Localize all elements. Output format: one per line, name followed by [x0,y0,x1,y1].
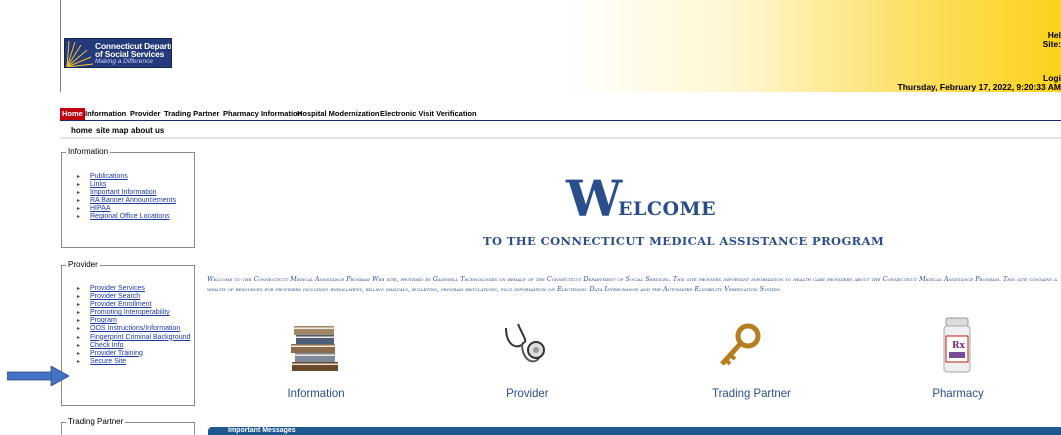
sidebar-link-provider-search[interactable]: Provider Search [72,293,190,301]
sidebar-link-check-info-text: Check Info [90,341,124,349]
welcome-intro-text: Welcome to the Connecticut Medical Assis… [207,275,1058,293]
important-messages-title: Important Messages [228,427,296,434]
sidebar-link-provider-services[interactable]: Provider Services [72,285,190,293]
logo-tagline: Making a Difference [95,58,153,65]
sidebar-link-fingerprint-criminal-background[interactable]: Fingerprint Criminal Background [72,334,190,342]
sidebar-link-secure-site[interactable]: Secure Site [72,358,190,366]
sidebar-trading-partner-box: Trading Partner [61,417,195,435]
nav-trading-partner[interactable]: Trading Partner [162,108,221,120]
books-icon[interactable] [286,322,344,372]
sidebar-link-check-info[interactable]: Check Info [72,342,190,350]
sidebar-provider-box: Provider Provider Services Provider Sear… [61,260,195,406]
nav-information[interactable]: Information [83,108,128,120]
nav-electronic-visit-verification[interactable]: Electronic Visit Verification [378,108,479,120]
sidebar-link-ra-banner-announcements[interactable]: RA Banner Announcements [72,197,176,205]
sidebar-link-oos-instructions[interactable]: OOS Instructions/Information [72,325,190,333]
sidebar-link-program-text: Program [90,317,117,325]
key-icon[interactable] [714,322,764,372]
subnav-site-map[interactable]: site map [96,126,128,135]
important-messages-bar[interactable]: Important Messages [208,427,1061,435]
sidebar-link-publications[interactable]: Publications [72,173,176,181]
sidebar-link-provider-enrollment[interactable]: Provider Enrollment [72,301,190,309]
sidebar-provider-list: Provider Services Provider Search Provid… [72,285,190,366]
header-divider [60,0,61,92]
tile-information-label[interactable]: Information [288,386,345,400]
stethoscope-icon[interactable] [500,320,556,372]
sidebar-link-important-information[interactable]: Important Information [72,189,176,197]
welcome-initial: W [566,169,623,228]
dss-logo[interactable]: Connecticut Department of Social Service… [64,38,172,68]
nav-home[interactable]: Home [60,108,85,120]
pill-bottle-icon[interactable]: Rx [940,316,974,376]
sidebar-information-legend: Information [66,147,111,156]
tile-provider-label[interactable]: Provider [506,386,548,400]
tile-trading-partner-label[interactable]: Trading Partner [712,386,791,400]
sidebar-information-box: Information Publications Links Important… [61,147,195,248]
main-nav: Home Information Provider Trading Partne… [60,107,1061,121]
sunburst-icon [66,40,94,67]
site-label: Site: [1042,39,1061,49]
sidebar-link-provider-training[interactable]: Provider Training [72,350,190,358]
subnav-about-us[interactable]: about us [131,126,164,135]
sidebar-trading-partner-legend: Trading Partner [66,417,126,426]
sidebar-provider-legend: Provider [66,260,100,269]
current-datetime: Thursday, February 17, 2022, 9:20:33 AM [897,82,1061,92]
sidebar-link-promoting-interoperability-cont[interactable]: Program [72,317,190,325]
sidebar-link-regional-office-locations[interactable]: Regional Office Locations [72,213,176,221]
sidebar-link-hipaa[interactable]: HIPAA [72,205,176,213]
sidebar-link-links[interactable]: Links [72,181,176,189]
annotation-arrow-icon [7,366,69,386]
sidebar-information-list: Publications Links Important Information… [72,173,176,222]
welcome-heading: ELCOME [618,198,717,220]
nav-hospital-modernization[interactable]: Hospital Modernization [295,108,382,120]
nav-divider [60,137,1061,139]
svg-text:Rx: Rx [952,341,965,351]
header-banner [61,0,1061,92]
tile-pharmacy-label[interactable]: Pharmacy [932,386,983,400]
subnav-home[interactable]: home [71,126,92,135]
welcome-subheading: TO THE CONNECTICUT MEDICAL ASSISTANCE PR… [483,234,885,248]
nav-pharmacy-information[interactable]: Pharmacy Information [221,108,304,120]
nav-provider[interactable]: Provider [128,108,162,120]
sidebar-link-promoting-interoperability[interactable]: Promoting Interoperability [72,309,190,317]
